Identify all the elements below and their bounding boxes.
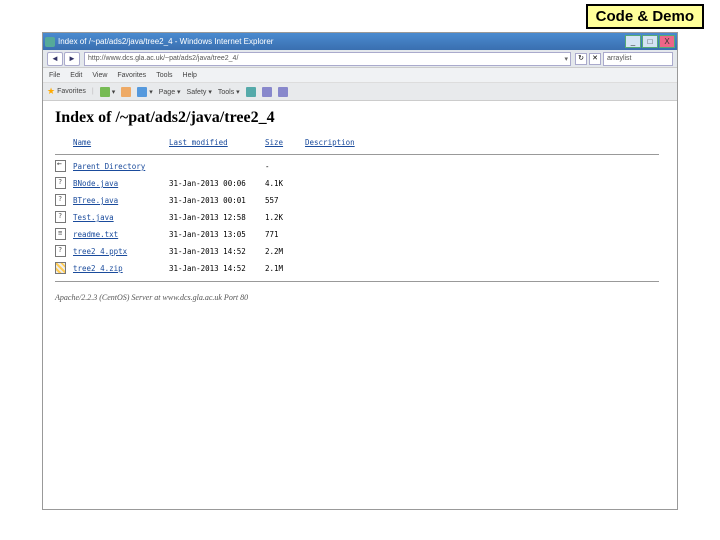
file-modified: 31-Jan-2013 14:52 bbox=[169, 260, 265, 277]
file-link[interactable]: BNode.java bbox=[73, 179, 118, 188]
print-button[interactable]: ▾ bbox=[137, 87, 153, 97]
file-size: 557 bbox=[265, 192, 305, 209]
col-desc-header[interactable]: Description bbox=[305, 138, 355, 147]
file-link[interactable]: readme.txt bbox=[73, 230, 118, 239]
menu-file[interactable]: File bbox=[49, 72, 60, 79]
menu-help[interactable]: Help bbox=[183, 72, 197, 79]
parent-link[interactable]: Parent Directory bbox=[73, 162, 145, 171]
file-modified: 31-Jan-2013 00:06 bbox=[169, 175, 265, 192]
file-icon bbox=[55, 194, 66, 206]
toolbar-help-button[interactable] bbox=[246, 87, 256, 97]
home-button[interactable]: ▾ bbox=[100, 87, 116, 97]
parent-icon bbox=[55, 160, 66, 172]
titlebar[interactable]: Index of /~pat/ads2/java/tree2_4 - Windo… bbox=[43, 33, 677, 50]
menu-tools[interactable]: Tools bbox=[156, 72, 172, 79]
toolbar-extra2[interactable] bbox=[278, 87, 288, 97]
file-link[interactable]: Test.java bbox=[73, 213, 114, 222]
star-icon: ★ bbox=[47, 86, 55, 97]
menu-favorites[interactable]: Favorites bbox=[117, 72, 146, 79]
home-icon bbox=[100, 87, 110, 97]
feeds-icon bbox=[121, 87, 131, 97]
maximize-button[interactable]: □ bbox=[642, 35, 658, 48]
col-size-header[interactable]: Size bbox=[265, 138, 283, 147]
parent-size: - bbox=[265, 158, 305, 175]
file-link[interactable]: tree2_4.pptx bbox=[73, 247, 127, 256]
parent-row: Parent Directory - bbox=[55, 158, 665, 175]
window-title: Index of /~pat/ads2/java/tree2_4 - Windo… bbox=[58, 37, 273, 46]
file-icon bbox=[55, 262, 66, 274]
stop-button[interactable]: ✕ bbox=[589, 53, 601, 65]
file-icon bbox=[55, 228, 66, 240]
help-icon bbox=[246, 87, 256, 97]
server-footer: Apache/2.2.3 (CentOS) Server at www.dcs.… bbox=[55, 293, 665, 302]
table-row: readme.txt 31-Jan-2013 13:05771 bbox=[55, 226, 665, 243]
browser-window: Index of /~pat/ads2/java/tree2_4 - Windo… bbox=[42, 32, 678, 510]
menubar: File Edit View Favorites Tools Help bbox=[43, 68, 677, 83]
addressbar: ◄ ► http://www.dcs.gla.ac.uk/~pat/ads2/j… bbox=[43, 50, 677, 68]
file-size: 4.1K bbox=[265, 175, 305, 192]
page-title: Index of /~pat/ads2/java/tree2_4 bbox=[55, 109, 665, 127]
toolbar: ★ Favorites | ▾ ▾ Page ▾ Safety ▾ Tools … bbox=[43, 83, 677, 101]
file-size: 2.2M bbox=[265, 243, 305, 260]
file-link[interactable]: tree2_4.zip bbox=[73, 264, 123, 273]
directory-listing: Name Last modified Size Description Pare… bbox=[55, 137, 665, 285]
file-icon bbox=[55, 211, 66, 223]
footer-rule bbox=[55, 281, 659, 282]
minimize-button[interactable]: _ bbox=[625, 35, 641, 48]
file-icon bbox=[55, 177, 66, 189]
file-modified: 31-Jan-2013 00:01 bbox=[169, 192, 265, 209]
close-button[interactable]: X bbox=[659, 35, 675, 48]
url-text: http://www.dcs.gla.ac.uk/~pat/ads2/java/… bbox=[88, 55, 238, 62]
nav-back-button[interactable]: ◄ bbox=[47, 52, 63, 66]
tools-menu[interactable]: Tools ▾ bbox=[218, 88, 240, 96]
favorites-button[interactable]: ★ Favorites bbox=[47, 86, 86, 97]
col-name-header[interactable]: Name bbox=[73, 138, 91, 147]
search-input[interactable]: arraylist bbox=[603, 52, 673, 66]
file-modified: 31-Jan-2013 13:05 bbox=[169, 226, 265, 243]
header-rule bbox=[55, 154, 659, 155]
table-row: tree2_4.pptx 31-Jan-2013 14:522.2M bbox=[55, 243, 665, 260]
menu-view[interactable]: View bbox=[92, 72, 107, 79]
table-row: BNode.java 31-Jan-2013 00:064.1K bbox=[55, 175, 665, 192]
table-row: BTree.java 31-Jan-2013 00:01557 bbox=[55, 192, 665, 209]
extra1-icon bbox=[262, 87, 272, 97]
menu-edit[interactable]: Edit bbox=[70, 72, 82, 79]
file-size: 771 bbox=[265, 226, 305, 243]
file-link[interactable]: BTree.java bbox=[73, 196, 118, 205]
file-icon bbox=[55, 245, 66, 257]
col-modified-header[interactable]: Last modified bbox=[169, 138, 228, 147]
table-row: Test.java 31-Jan-2013 12:581.2K bbox=[55, 209, 665, 226]
refresh-button[interactable]: ↻ bbox=[575, 53, 587, 65]
favorites-label: Favorites bbox=[57, 88, 86, 95]
home-dd: ▾ bbox=[112, 88, 116, 96]
code-demo-badge: Code & Demo bbox=[586, 4, 704, 29]
file-size: 2.1M bbox=[265, 260, 305, 277]
feeds-button[interactable] bbox=[121, 87, 131, 97]
print-dd: ▾ bbox=[149, 88, 153, 96]
safety-menu[interactable]: Safety ▾ bbox=[187, 88, 212, 96]
toolbar-extra1[interactable] bbox=[262, 87, 272, 97]
table-row: tree2_4.zip 31-Jan-2013 14:522.1M bbox=[55, 260, 665, 277]
favicon-icon bbox=[45, 37, 55, 47]
file-size: 1.2K bbox=[265, 209, 305, 226]
print-icon bbox=[137, 87, 147, 97]
nav-forward-button[interactable]: ► bbox=[64, 52, 80, 66]
toolbar-separator: | bbox=[92, 88, 94, 95]
page-menu[interactable]: Page ▾ bbox=[159, 88, 181, 96]
url-input[interactable]: http://www.dcs.gla.ac.uk/~pat/ads2/java/… bbox=[84, 52, 571, 66]
page-content: Index of /~pat/ads2/java/tree2_4 Name La… bbox=[43, 101, 677, 509]
file-modified: 31-Jan-2013 12:58 bbox=[169, 209, 265, 226]
extra2-icon bbox=[278, 87, 288, 97]
url-dropdown-icon[interactable]: ▾ bbox=[564, 54, 568, 66]
file-modified: 31-Jan-2013 14:52 bbox=[169, 243, 265, 260]
